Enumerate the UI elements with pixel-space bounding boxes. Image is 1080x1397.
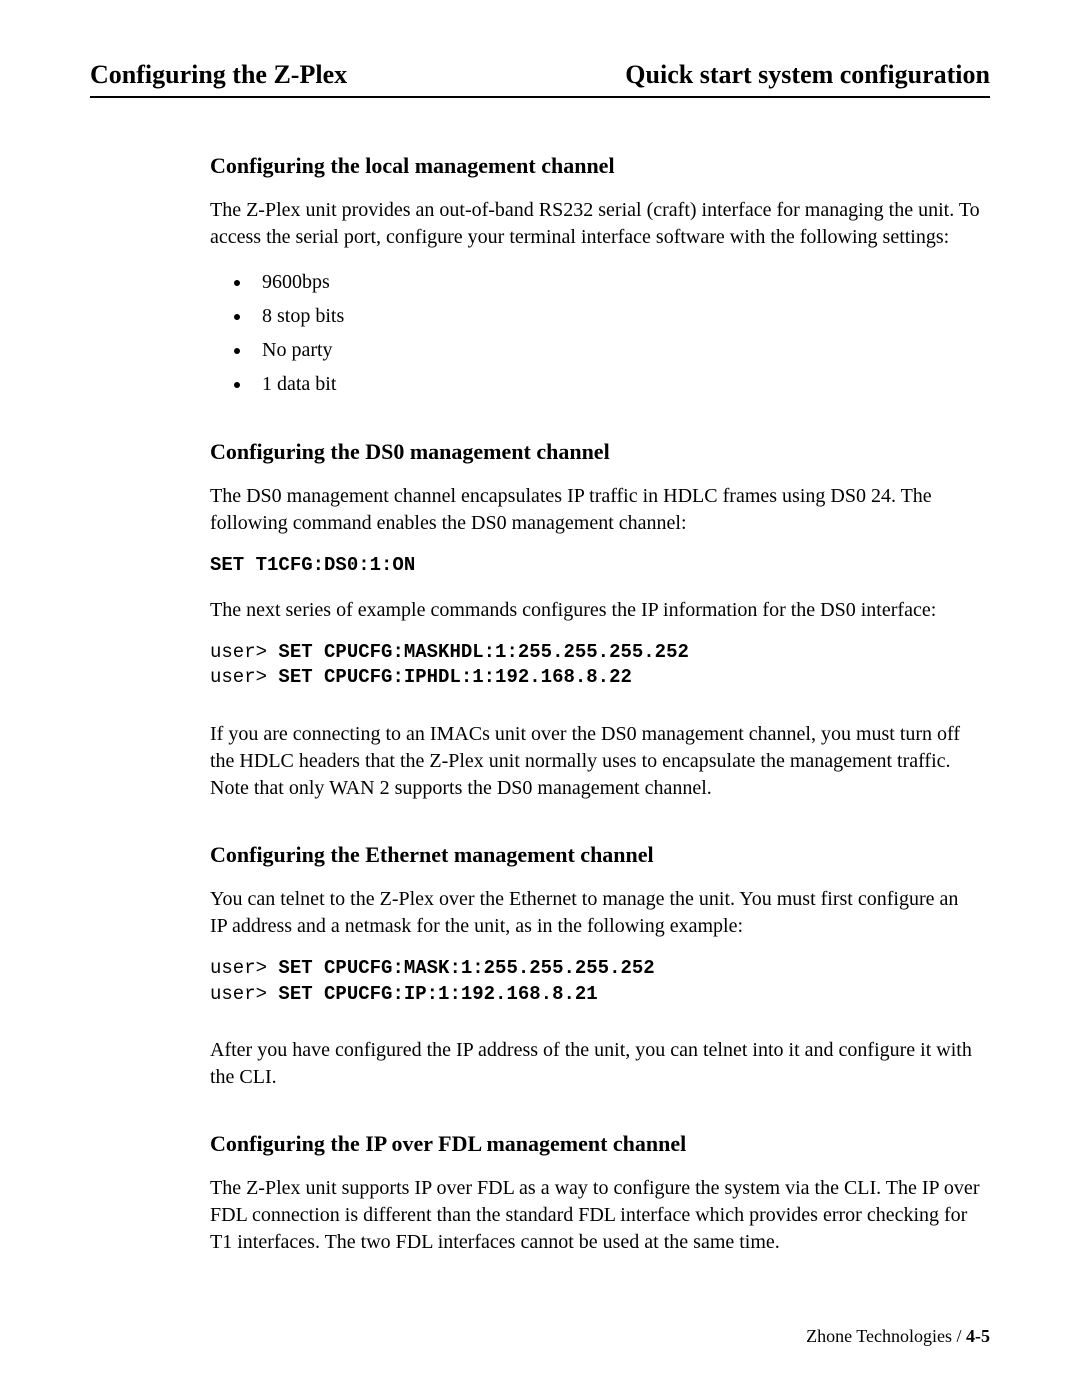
section-heading-fdl: Configuring the IP over FDL management c…: [210, 1131, 980, 1157]
command-line: user> SET CPUCFG:IPHDL:1:192.168.8.22: [210, 665, 980, 691]
list-item: 1 data bit: [252, 369, 980, 399]
section-heading-ds0: Configuring the DS0 management channel: [210, 439, 980, 465]
command-line: user> SET CPUCFG:MASKHDL:1:255.255.255.2…: [210, 640, 980, 666]
command-block: user> SET CPUCFG:MASKHDL:1:255.255.255.2…: [210, 640, 980, 691]
list-item: No party: [252, 335, 980, 365]
header-left-title: Configuring the Z-Plex: [90, 60, 347, 90]
command-block: SET T1CFG:DS0:1:ON: [210, 553, 980, 579]
prompt: user>: [210, 957, 267, 979]
list-item: 8 stop bits: [252, 301, 980, 331]
page-content: Configuring the local management channel…: [210, 153, 980, 1256]
section-heading-local: Configuring the local management channel: [210, 153, 980, 179]
prompt: user>: [210, 666, 267, 688]
command-text: SET CPUCFG:IPHDL:1:192.168.8.22: [278, 666, 631, 688]
command-line: user> SET CPUCFG:MASK:1:255.255.255.252: [210, 956, 980, 982]
header-right-title: Quick start system configuration: [625, 60, 990, 90]
list-item: 9600bps: [252, 267, 980, 297]
paragraph-local-intro: The Z-Plex unit provides an out-of-band …: [210, 197, 980, 251]
paragraph-ds0-2: The next series of example commands conf…: [210, 597, 980, 624]
paragraph-fdl-1: The Z-Plex unit supports IP over FDL as …: [210, 1175, 980, 1256]
paragraph-ds0-3: If you are connecting to an IMACs unit o…: [210, 721, 980, 802]
paragraph-eth-1: You can telnet to the Z-Plex over the Et…: [210, 886, 980, 940]
command-block: user> SET CPUCFG:MASK:1:255.255.255.252 …: [210, 956, 980, 1007]
paragraph-ds0-1: The DS0 management channel encapsulates …: [210, 483, 980, 537]
command-text: SET CPUCFG:IP:1:192.168.8.21: [278, 983, 597, 1005]
command-text: SET CPUCFG:MASKHDL:1:255.255.255.252: [278, 641, 688, 663]
footer-page-number: 4-5: [966, 1326, 990, 1346]
command-text: SET T1CFG:DS0:1:ON: [210, 554, 415, 576]
command-line: user> SET CPUCFG:IP:1:192.168.8.21: [210, 982, 980, 1008]
prompt: user>: [210, 983, 267, 1005]
page-footer: Zhone Technologies / 4-5: [806, 1326, 990, 1347]
settings-list: 9600bps 8 stop bits No party 1 data bit: [210, 267, 980, 399]
command-text: SET CPUCFG:MASK:1:255.255.255.252: [278, 957, 654, 979]
prompt: user>: [210, 641, 267, 663]
paragraph-eth-2: After you have configured the IP address…: [210, 1037, 980, 1091]
page-header: Configuring the Z-Plex Quick start syste…: [90, 60, 990, 98]
section-heading-eth: Configuring the Ethernet management chan…: [210, 842, 980, 868]
footer-company: Zhone Technologies /: [806, 1326, 961, 1346]
